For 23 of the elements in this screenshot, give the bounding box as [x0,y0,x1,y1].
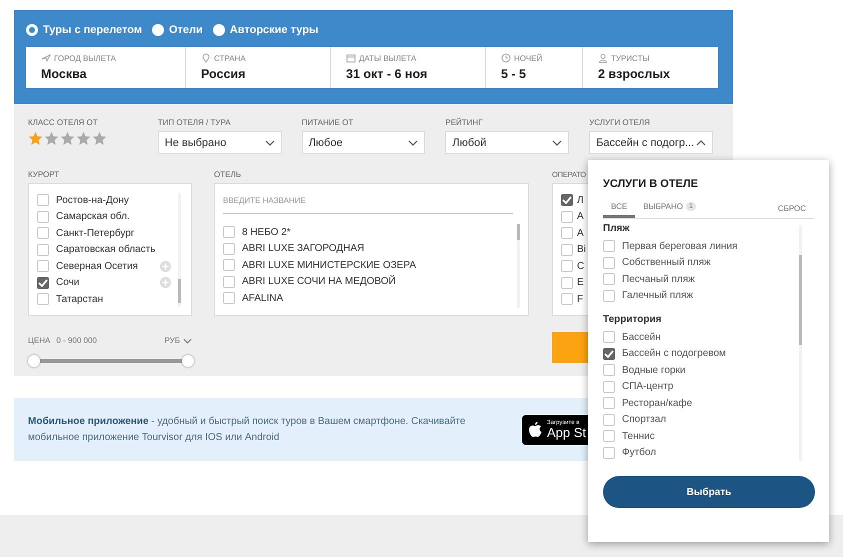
field-value: Москва [41,67,88,81]
field-label: ДАТЫ ВЫЛЕТА [359,54,416,62]
field-label: НОЧЕЙ [514,54,542,62]
filter-label: ОТЕЛЬ [214,170,242,179]
section-heading: Пляж [603,223,630,234]
banner-text: Мобильное приложение - удобный и быстрый поиск туров в Вашем смартфоне. Скачивайте мобильное приложение Tourvisor для IOS или Android [28,414,466,444]
popup-title: УСЛУГИ В ОТЕЛЕ [603,178,699,190]
filter-label: КЛАСС ОТЕЛЯ ОТ [28,118,99,127]
filter-label: РЕЙТИНГ [445,118,484,127]
filter-label: УСЛУГИ ОТЕЛЯ [589,118,651,127]
field-value: 31 окт - 6 ноя [346,67,428,81]
price-label: ЦЕНА [28,336,50,345]
field-label: ТУРИСТЫ [611,54,650,62]
price-range: 0 - 900 000 [56,336,97,345]
filter-label: КУРОРТ [28,170,60,179]
field-value: Россия [201,67,246,81]
filter-label: ПИТАНИЕ ОТ [302,118,354,127]
field-label: ГОРОД ВЫЛЕТА [54,54,116,62]
field-value: 5 - 5 [501,67,528,81]
filter-label: ТИП ОТЕЛЯ / ТУРА [158,118,232,127]
field-value: 2 взрослых [598,67,671,81]
section-heading: Территория [603,314,663,325]
field-label: СТРАНА [214,54,246,62]
